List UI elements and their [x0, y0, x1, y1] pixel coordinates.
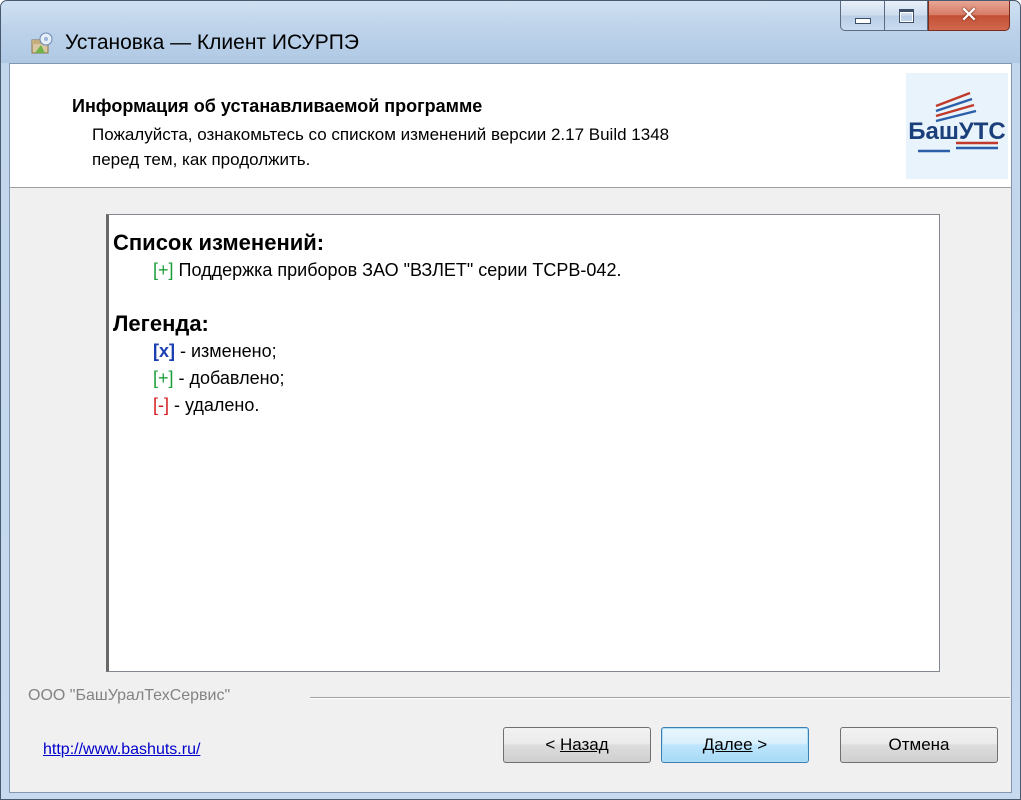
title-bar[interactable]: Установка — Клиент ИСУРПЭ ✕: [1, 1, 1020, 63]
bashuts-logo: БашУТС: [906, 73, 1008, 179]
wizard-page: Информация об устанавливаемой программе …: [9, 63, 1012, 793]
page-title: Информация об устанавливаемой программе: [72, 96, 483, 116]
caption-buttons: ✕: [840, 1, 1010, 35]
company-label: ООО "БашУралТехСервис": [28, 687, 231, 704]
page-description: Пожалуйста, ознакомьтесь со списком изме…: [92, 122, 872, 172]
back-button-prefix: <: [545, 735, 560, 754]
minimize-icon: [854, 17, 871, 24]
legend-heading: Легенда:: [113, 311, 209, 336]
maximize-button[interactable]: [884, 1, 928, 31]
back-button[interactable]: < Назад: [503, 727, 651, 763]
legend-item: [-] - удалено.: [113, 392, 929, 419]
changelog-content: Список изменений: [+] Поддержка приборов…: [113, 229, 929, 419]
page-description-line: Пожалуйста, ознакомьтесь со списком изме…: [92, 125, 670, 144]
close-button[interactable]: ✕: [928, 1, 1010, 31]
legend-item: [+] - добавлено;: [113, 365, 929, 392]
change-text: Поддержка приборов ЗАО "ВЗЛЕТ" серии ТСР…: [173, 260, 622, 280]
svg-text:БашУТС: БашУТС: [908, 118, 1006, 145]
cancel-button[interactable]: Отмена: [840, 727, 998, 763]
installer-window: Установка — Клиент ИСУРПЭ ✕ Информация о…: [0, 0, 1021, 800]
close-icon: ✕: [959, 2, 979, 28]
cancel-button-label: Отмена: [888, 735, 950, 754]
removed-tag: [-]: [153, 395, 169, 415]
maximize-icon: [898, 8, 914, 23]
next-button-suffix: >: [752, 735, 768, 754]
legend-text: - удалено.: [169, 395, 260, 415]
next-button[interactable]: Далее >: [661, 727, 809, 763]
wizard-header: Информация об устанавливаемой программе …: [10, 64, 1011, 188]
changelog-memo[interactable]: Список изменений: [+] Поддержка приборов…: [106, 214, 940, 672]
changed-tag: [x]: [153, 341, 175, 361]
minimize-button[interactable]: [840, 1, 884, 31]
setup-icon: [31, 32, 53, 54]
website-link[interactable]: http://www.bashuts.ru/: [43, 741, 200, 759]
window-title: Установка — Клиент ИСУРПЭ: [65, 31, 359, 54]
legend-text: - изменено;: [175, 341, 277, 361]
footer-divider: [310, 697, 1010, 698]
legend-text: - добавлено;: [173, 368, 285, 388]
changes-heading: Список изменений:: [113, 230, 325, 255]
added-tag: [+]: [153, 368, 174, 388]
change-item: [+] Поддержка приборов ЗАО "ВЗЛЕТ" серии…: [113, 257, 929, 284]
back-button-label: Назад: [559, 735, 609, 754]
added-tag: [+]: [153, 260, 174, 280]
next-button-label: Далее: [702, 735, 753, 754]
legend-item: [x] - изменено;: [113, 338, 929, 365]
page-description-line: перед тем, как продолжить.: [92, 150, 311, 169]
